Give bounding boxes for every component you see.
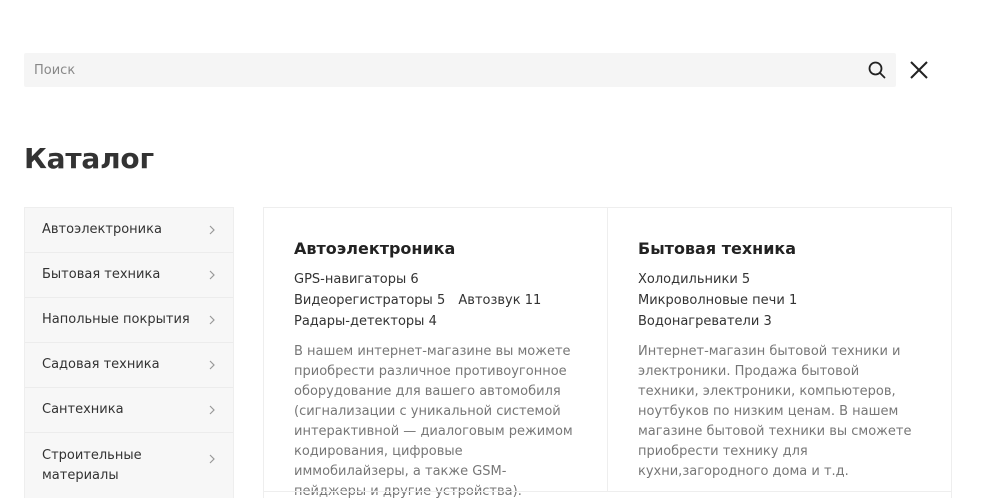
subcategory-count: 6	[410, 272, 419, 287]
chevron-right-icon	[207, 269, 217, 281]
subcategory-link[interactable]: Холодильники 5	[638, 269, 750, 290]
sidebar-item-label: Садовая техника	[42, 357, 160, 372]
subcategory-count: 5	[436, 293, 446, 308]
search-button[interactable]	[866, 59, 888, 81]
card-title[interactable]: Автоэлектроника	[294, 238, 577, 260]
subcategory-list: Холодильники 5 Микроволновые печи 1 Водо…	[638, 269, 921, 332]
close-icon	[910, 61, 928, 79]
close-button[interactable]	[907, 59, 931, 81]
subcategory-list: GPS-навигаторы 6 Видеорегистраторы 5 Авт…	[294, 269, 577, 332]
page-title: Каталог	[24, 142, 154, 175]
divider	[264, 491, 951, 492]
chevron-right-icon	[207, 404, 217, 416]
subcategory-count: 3	[763, 314, 772, 329]
subcategory-link[interactable]: Видеорегистраторы 5	[294, 290, 445, 311]
sidebar-item-building-materials[interactable]: Строительные материалы	[25, 433, 233, 498]
subcategory-link[interactable]: Радары-детекторы 4	[294, 311, 437, 332]
sidebar-item-autoelectronics[interactable]: Автоэлектроника	[25, 208, 233, 253]
chevron-right-icon	[207, 314, 217, 326]
subcategory-link[interactable]: GPS-навигаторы 6	[294, 269, 419, 290]
subcategory-count: 1	[788, 293, 798, 308]
card-title[interactable]: Бытовая техника	[638, 238, 921, 260]
sidebar-item-label: Напольные покрытия	[42, 312, 190, 327]
sidebar-item-appliances[interactable]: Бытовая техника	[25, 253, 233, 298]
subcategory-link[interactable]: Водонагреватели 3	[638, 311, 772, 332]
catalog-card: Бытовая техника Холодильники 5 Микроволн…	[608, 208, 951, 491]
subcategory-link[interactable]: Микроволновые печи 1	[638, 290, 797, 311]
chevron-right-icon	[207, 224, 217, 236]
subcategory-count: 4	[428, 314, 437, 329]
catalog-grid: Автоэлектроника GPS-навигаторы 6 Видеоре…	[263, 207, 952, 498]
search-icon	[868, 61, 886, 79]
chevron-right-icon	[207, 453, 217, 465]
search-input[interactable]	[24, 53, 854, 87]
catalog-card: Автоэлектроника GPS-навигаторы 6 Видеоре…	[264, 208, 608, 498]
sidebar: Автоэлектроника Бытовая техника Напольны…	[24, 207, 234, 498]
card-description: Интернет-магазин бытовой техники и элект…	[638, 344, 912, 479]
sidebar-item-label: Автоэлектроника	[42, 222, 162, 237]
subcategory-link[interactable]: Автозвук 11	[458, 290, 541, 311]
card-description: В нашем интернет-магазине вы можете прио…	[294, 344, 573, 498]
subcategory-count: 5	[741, 272, 751, 287]
sidebar-item-label: Бытовая техника	[42, 267, 161, 282]
chevron-right-icon	[207, 359, 217, 371]
sidebar-item-label: Сантехника	[42, 402, 124, 417]
sidebar-item-plumbing[interactable]: Сантехника	[25, 388, 233, 433]
sidebar-item-garden[interactable]: Садовая техника	[25, 343, 233, 388]
sidebar-item-flooring[interactable]: Напольные покрытия	[25, 298, 233, 343]
search-bar	[24, 53, 896, 87]
subcategory-count: 11	[524, 293, 542, 308]
sidebar-item-label: Строительные материалы	[42, 447, 142, 483]
